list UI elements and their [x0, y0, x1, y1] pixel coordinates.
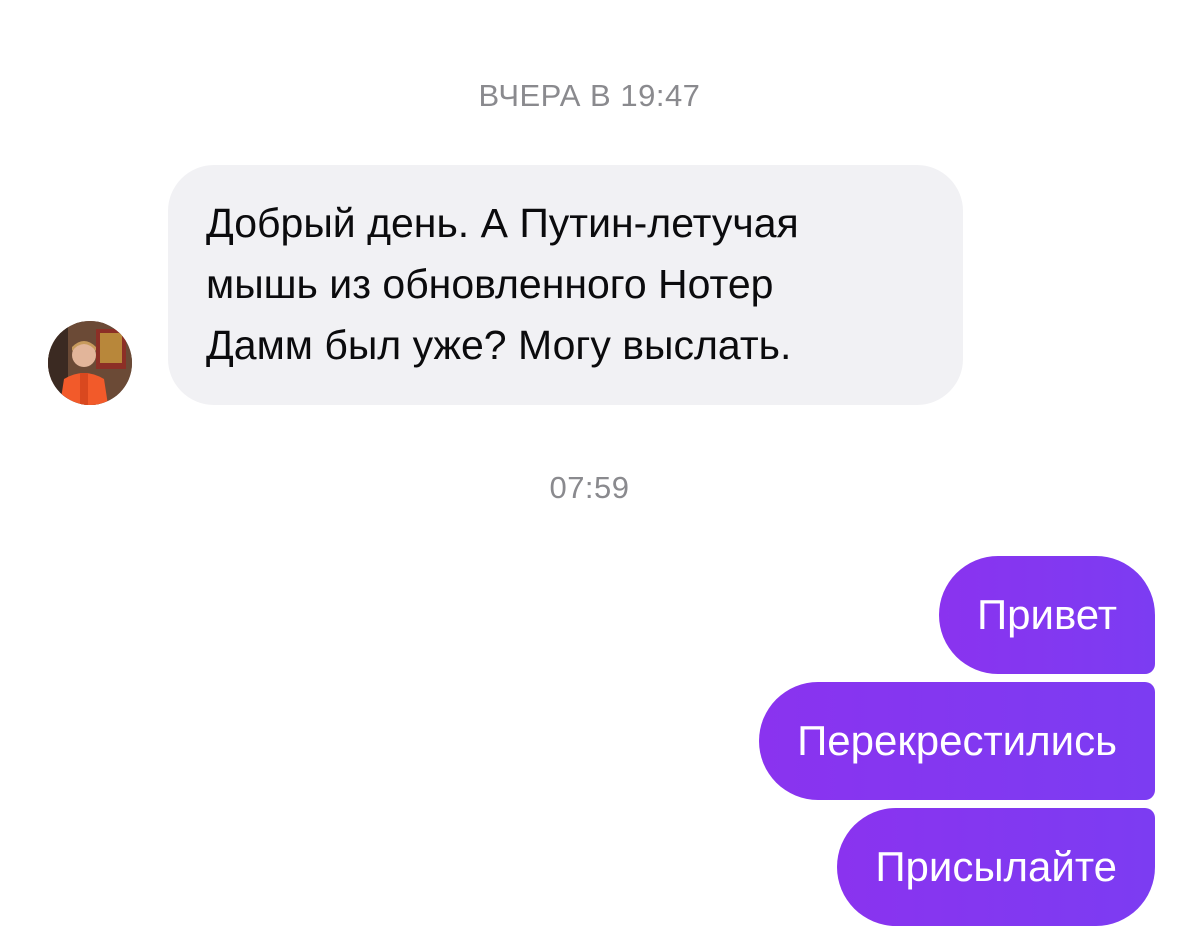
- outgoing-message-bubble[interactable]: Привет: [938, 556, 1155, 674]
- message-line: Добрый день. А Путин-летучая: [206, 200, 799, 246]
- message-text: Привет: [976, 591, 1117, 638]
- message-text: Присылайте: [875, 843, 1117, 890]
- outgoing-message-bubble[interactable]: Перекрестились: [759, 682, 1155, 800]
- time-separator: 07:59: [549, 470, 630, 505]
- message-line: Дамм был уже? Могу выслать.: [206, 322, 792, 368]
- message-text: Перекрестились: [797, 717, 1117, 764]
- message-line: мышь из обновленного Нотер: [206, 261, 774, 307]
- date-separator: ВЧЕРА В 19:47: [478, 78, 701, 113]
- avatar-photo-icon: [48, 321, 132, 405]
- outgoing-message-bubble[interactable]: Присылайте: [837, 808, 1155, 926]
- sender-avatar[interactable]: [48, 321, 132, 405]
- incoming-message-bubble[interactable]: Добрый день. А Путин-летучая мышь из обн…: [168, 165, 963, 405]
